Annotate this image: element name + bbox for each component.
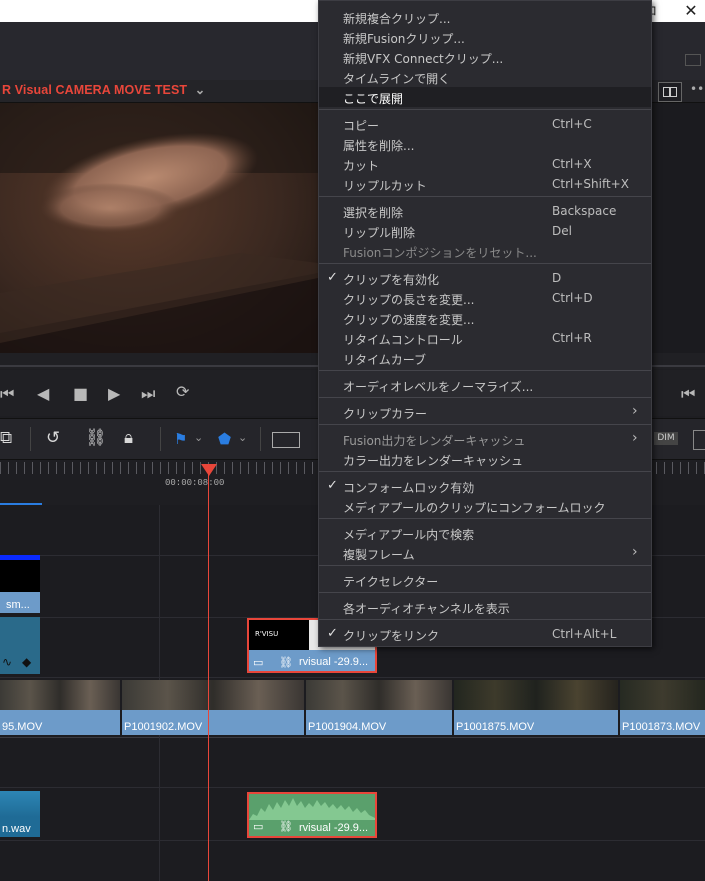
menu-link-clips[interactable]: ✓ クリップをリンク Ctrl+Alt+L bbox=[319, 624, 651, 644]
more-options-icon[interactable]: •• bbox=[690, 82, 704, 96]
flag-dropdown-icon[interactable]: ⌄ bbox=[194, 431, 203, 444]
clip-v1-3[interactable]: P1001904.MOV bbox=[306, 680, 452, 735]
menu-retime-curve[interactable]: リタイムカーブ bbox=[319, 348, 651, 368]
menu-ripple-cut[interactable]: リップルカット Ctrl+Shift+X bbox=[319, 174, 651, 194]
menu-open-in-timeline[interactable]: タイムラインで開く bbox=[319, 67, 651, 87]
clip-v1-2[interactable]: P1001902.MOV bbox=[122, 680, 304, 735]
clip-v1-4[interactable]: P1001875.MOV bbox=[454, 680, 618, 735]
dim-button[interactable]: DIM bbox=[654, 432, 678, 445]
menu-cut[interactable]: カット Ctrl+X bbox=[319, 154, 651, 174]
film-icon: ▭ bbox=[253, 820, 264, 833]
dual-view-icon[interactable] bbox=[658, 82, 682, 102]
menu-delete-selected[interactable]: 選択を削除 Backspace bbox=[319, 201, 651, 221]
clip-label: 95.MOV bbox=[2, 721, 43, 733]
clip-v3-left[interactable]: sm... bbox=[0, 555, 40, 613]
link-icon: ⛓ bbox=[279, 656, 293, 669]
audio-clip-selected[interactable]: ▭ ⛓ rvisual -29.9... bbox=[247, 792, 377, 838]
waveform bbox=[249, 798, 375, 820]
menu-remove-attributes[interactable]: 属性を削除... bbox=[319, 134, 651, 154]
zoom-icon[interactable] bbox=[272, 432, 300, 448]
menu-normalize-audio[interactable]: オーディオレベルをノーマライズ... bbox=[319, 375, 651, 395]
clip-v2-left[interactable]: ∿ ◆ bbox=[0, 617, 40, 674]
clip-label: P1001875.MOV bbox=[456, 721, 535, 733]
clip-label: sm... bbox=[6, 599, 30, 611]
stop-icon[interactable]: ■ bbox=[73, 384, 88, 403]
menu-conform-lock-enabled[interactable]: ✓ コンフォームロック有効 bbox=[319, 476, 651, 496]
video-viewer bbox=[0, 103, 318, 353]
playhead-line[interactable] bbox=[208, 464, 209, 881]
insert-icon[interactable]: ⧉ bbox=[0, 428, 12, 448]
panel-icon[interactable] bbox=[685, 54, 701, 66]
chevron-right-icon: › bbox=[632, 544, 638, 560]
toolbar-divider bbox=[160, 427, 161, 451]
end-icon[interactable]: ⏮ bbox=[681, 384, 695, 404]
menu-show-audio-channels[interactable]: 各オーディオチャンネルを表示 bbox=[319, 597, 651, 617]
marker-icon[interactable]: ⬟ bbox=[218, 430, 231, 448]
chevron-down-icon[interactable]: ⌄ bbox=[195, 83, 206, 97]
clip-label: P1001873.MOV bbox=[622, 721, 701, 733]
context-menu: 新規複合クリップ... 新規Fusionクリップ... 新規VFX Connec… bbox=[318, 0, 652, 647]
inspector-panel bbox=[650, 103, 705, 353]
menu-change-clip-duration[interactable]: クリップの長さを変更... Ctrl+D bbox=[319, 288, 651, 308]
check-icon: ✓ bbox=[327, 478, 338, 493]
menu-retime-controls[interactable]: リタイムコントロール Ctrl+R bbox=[319, 328, 651, 348]
clip-v1-5[interactable]: P1001873.MOV bbox=[620, 680, 705, 735]
clip-v1-1[interactable]: 95.MOV bbox=[0, 680, 120, 735]
menu-expand-here[interactable]: ここで展開 bbox=[319, 87, 651, 107]
keyframe-icon: ◆ bbox=[22, 655, 32, 669]
toolbar-divider bbox=[30, 427, 31, 451]
menu-copy[interactable]: コピー Ctrl+C bbox=[319, 114, 651, 134]
menu-ripple-delete[interactable]: リップル削除 Del bbox=[319, 221, 651, 241]
prev-clip-icon[interactable]: ⏮ bbox=[0, 384, 14, 404]
clip-label: n.wav bbox=[2, 823, 31, 835]
menu-clip-color[interactable]: クリップカラー › bbox=[319, 402, 651, 422]
clip-label: rvisual -29.9... bbox=[299, 656, 369, 668]
chevron-right-icon: › bbox=[632, 403, 638, 419]
snap-icon[interactable]: ↺ bbox=[46, 428, 60, 448]
link-icon[interactable]: ⛓ bbox=[85, 428, 107, 448]
menu-find-in-media-pool[interactable]: メディアプール内で検索 bbox=[319, 523, 651, 543]
menu-conform-lock-media-pool[interactable]: メディアプールのクリップにコンフォームロック bbox=[319, 496, 651, 516]
curve-icon: ∿ bbox=[2, 655, 13, 669]
next-clip-icon[interactable]: ⏭ bbox=[141, 384, 155, 404]
clip-label: P1001904.MOV bbox=[308, 721, 387, 733]
link-icon: ⛓ bbox=[279, 820, 293, 833]
flag-icon[interactable]: ⚑ bbox=[174, 430, 187, 448]
audio-clip-left[interactable]: n.wav bbox=[0, 791, 40, 837]
menu-take-selector[interactable]: テイクセレクター bbox=[319, 570, 651, 590]
menu-change-clip-speed[interactable]: クリップの速度を変更... bbox=[319, 308, 651, 328]
timeline-title-text: R Visual CAMERA MOVE TEST bbox=[2, 83, 188, 97]
ruler-timecode: 00:00:08:00 bbox=[165, 478, 225, 488]
clip-label: P1001902.MOV bbox=[124, 721, 203, 733]
panel-toggle-icon[interactable] bbox=[693, 430, 705, 450]
clip-label: rvisual -29.9... bbox=[299, 822, 369, 834]
thumb-text-icon: R'VISU bbox=[255, 630, 279, 638]
lock-icon[interactable]: 🔒︎ bbox=[124, 428, 133, 448]
timeline-title[interactable]: R Visual CAMERA MOVE TEST ⌄ bbox=[2, 82, 205, 97]
check-icon: ✓ bbox=[327, 270, 338, 285]
menu-new-fusion-clip[interactable]: 新規Fusionクリップ... bbox=[319, 27, 651, 47]
menu-new-vfx-connect-clip[interactable]: 新規VFX Connectクリップ... bbox=[319, 47, 651, 67]
toolbar-divider bbox=[260, 427, 261, 451]
menu-duplicate-frames[interactable]: 複製フレーム › bbox=[319, 543, 651, 563]
loop-icon[interactable]: ⟳ bbox=[176, 382, 189, 401]
check-icon: ✓ bbox=[327, 626, 338, 641]
film-icon: ▭ bbox=[253, 656, 264, 669]
menu-enable-clip[interactable]: ✓ クリップを有効化 D bbox=[319, 268, 651, 288]
chevron-right-icon: › bbox=[632, 430, 638, 446]
menu-render-cache-fusion[interactable]: Fusion出力をレンダーキャッシュ › bbox=[319, 429, 651, 449]
menu-reset-fusion-composition[interactable]: Fusionコンポジションをリセット... bbox=[319, 241, 651, 261]
menu-render-cache-color[interactable]: カラー出力をレンダーキャッシュ bbox=[319, 449, 651, 469]
playhead-handle[interactable] bbox=[201, 464, 217, 476]
viewer-frame-image bbox=[0, 103, 318, 353]
close-icon[interactable]: ✕ bbox=[681, 0, 701, 22]
menu-new-compound-clip[interactable]: 新規複合クリップ... bbox=[319, 7, 651, 27]
play-icon[interactable]: ▶ bbox=[108, 384, 120, 403]
step-back-icon[interactable]: ◀ bbox=[37, 384, 49, 403]
marker-dropdown-icon[interactable]: ⌄ bbox=[238, 431, 247, 444]
